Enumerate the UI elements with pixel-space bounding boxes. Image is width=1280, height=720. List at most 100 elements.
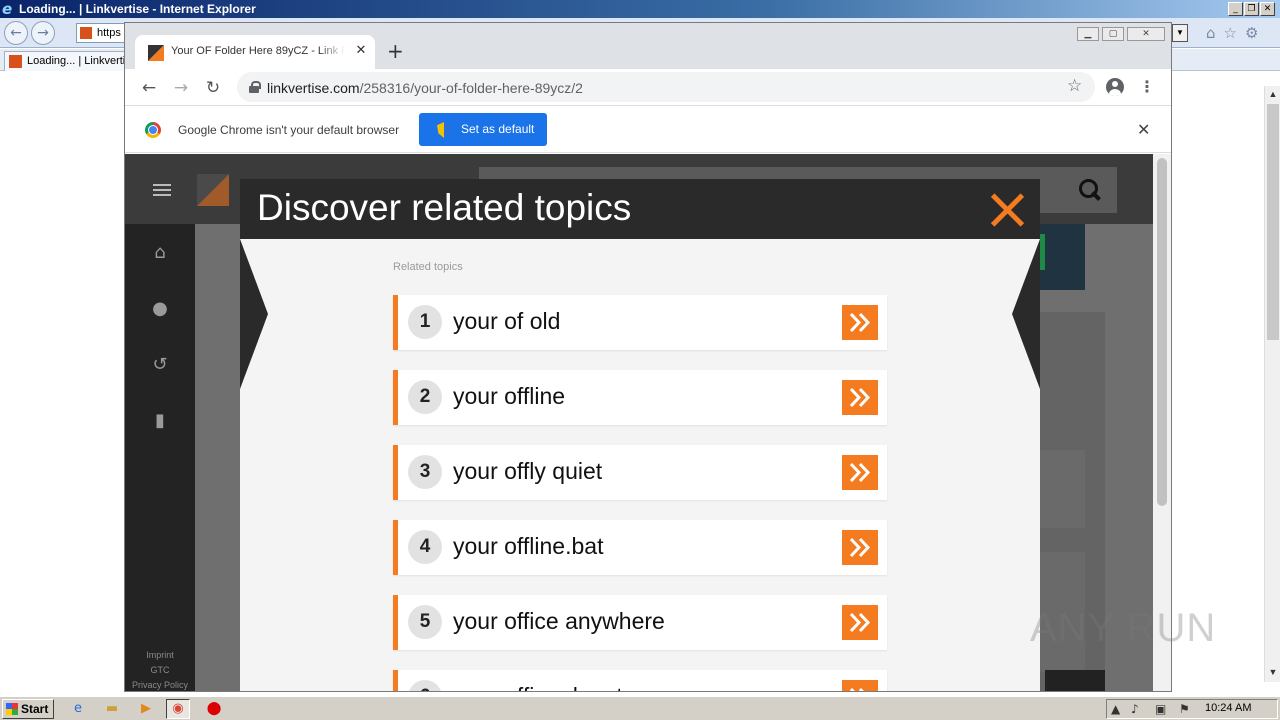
linkvertise-logo[interactable] bbox=[197, 174, 229, 206]
ie-scrollbar[interactable]: ▲ ▼ bbox=[1264, 86, 1280, 682]
ie-address-text: https bbox=[97, 27, 121, 39]
url-path: /258316/your-of-folder-here-89ycz/2 bbox=[359, 80, 583, 96]
volume-icon[interactable]: ♪ bbox=[1131, 702, 1139, 716]
url-text: linkvertise.com/258316/your-of-folder-he… bbox=[267, 80, 583, 96]
new-tab-plus-icon[interactable]: + bbox=[387, 39, 404, 63]
folder-icon[interactable]: ▬ bbox=[100, 699, 124, 719]
topic-item[interactable]: 3 your offly quiet bbox=[393, 445, 887, 500]
network-icon[interactable]: ▣ bbox=[1155, 702, 1166, 716]
history-icon[interactable]: ↺ bbox=[149, 354, 171, 376]
omnibox[interactable]: linkvertise.com/258316/your-of-folder-he… bbox=[237, 72, 1095, 102]
topic-item[interactable]: 4 your offline.bat bbox=[393, 520, 887, 575]
chrome-toolbar: ← → ↻ linkvertise.com/258316/your-of-fol… bbox=[125, 69, 1171, 105]
set-default-label: Set as default bbox=[461, 122, 535, 136]
default-browser-infobar: Google Chrome isn't your default browser… bbox=[125, 105, 1171, 153]
topic-label: your office depot bbox=[453, 683, 623, 691]
tray-arrow-icon[interactable]: ▲ bbox=[1111, 702, 1120, 716]
close-icon[interactable] bbox=[988, 191, 1026, 229]
modal-header: Discover related topics bbox=[240, 179, 1040, 239]
ie-logo-icon: e bbox=[2, 0, 13, 18]
home-icon[interactable]: ⌂ bbox=[149, 242, 171, 264]
taskbar: Start e ▬ ▶ ◉ ⬤ ▲ ♪ ▣ ⚑ 10:24 AM bbox=[0, 696, 1280, 720]
decorative-chevron-right bbox=[1012, 239, 1040, 389]
double-chevron-right-icon[interactable] bbox=[842, 605, 878, 640]
sidebar-footer-links: Imprint GTC Privacy Policy bbox=[125, 648, 195, 691]
modal-title: Discover related topics bbox=[257, 187, 632, 228]
set-default-button[interactable]: Set as default bbox=[419, 113, 547, 146]
minimize-icon[interactable]: _ bbox=[1228, 2, 1243, 16]
topic-number: 2 bbox=[408, 380, 442, 414]
scroll-down-icon[interactable]: ▼ bbox=[1265, 664, 1280, 680]
bookmark-star-icon[interactable]: ☆ bbox=[1067, 76, 1082, 96]
tools-gear-icon[interactable]: ⚙ bbox=[1245, 24, 1258, 42]
decorative-chevron-left bbox=[240, 239, 268, 389]
search-icon[interactable] bbox=[1077, 177, 1103, 203]
ie-forward-icon[interactable]: → bbox=[31, 21, 55, 45]
chrome-tab-active[interactable]: Your OF Folder Here 89yCZ - Link Re ✕ bbox=[135, 35, 375, 69]
infobar-message: Google Chrome isn't your default browser bbox=[178, 123, 400, 137]
related-topics-modal: Discover related topics Related topics 1… bbox=[240, 179, 1040, 691]
tab-close-icon[interactable]: ✕ bbox=[353, 43, 369, 59]
start-label: Start bbox=[21, 702, 49, 716]
topic-item[interactable]: 5 your office anywhere bbox=[393, 595, 887, 650]
chrome-close-icon[interactable]: ✕ bbox=[1127, 27, 1165, 41]
scroll-up-icon[interactable]: ▲ bbox=[1265, 86, 1280, 102]
forward-arrow-icon[interactable]: → bbox=[170, 77, 192, 99]
user-icon[interactable]: ● bbox=[149, 298, 171, 320]
gtc-link[interactable]: GTC bbox=[125, 663, 195, 678]
topic-number: 3 bbox=[408, 455, 442, 489]
chrome-tab-title: Your OF Folder Here 89yCZ - Link Re bbox=[171, 45, 345, 57]
bookmark-icon[interactable]: ▮ bbox=[149, 410, 171, 432]
chrome-tab-strip: Your OF Folder Here 89yCZ - Link Re ✕ + … bbox=[125, 23, 1171, 69]
start-button[interactable]: Start bbox=[2, 699, 54, 719]
chrome-logo-icon bbox=[145, 122, 161, 138]
menu-kebab-icon[interactable]: ⋮ bbox=[1139, 77, 1155, 97]
ie-back-icon[interactable]: ← bbox=[4, 21, 28, 45]
chrome-minimize-icon[interactable]: ▁ bbox=[1077, 27, 1099, 41]
page-scroll-thumb[interactable] bbox=[1157, 158, 1167, 506]
favorites-star-icon[interactable]: ☆ bbox=[1224, 24, 1237, 42]
linkvertise-favicon-icon bbox=[80, 27, 92, 39]
double-chevron-right-icon[interactable] bbox=[842, 380, 878, 415]
account-icon[interactable] bbox=[1106, 78, 1124, 96]
close-icon[interactable]: ✕ bbox=[1260, 2, 1275, 16]
action-center-flag-icon[interactable]: ⚑ bbox=[1179, 702, 1190, 716]
back-arrow-icon[interactable]: ← bbox=[138, 77, 160, 99]
topic-label: your offly quiet bbox=[453, 458, 603, 484]
double-chevron-right-icon[interactable] bbox=[842, 455, 878, 490]
privacy-policy-link[interactable]: Privacy Policy bbox=[125, 678, 195, 691]
double-chevron-right-icon[interactable] bbox=[842, 680, 878, 691]
uac-shield-icon bbox=[437, 122, 451, 138]
home-icon[interactable]: ⌂ bbox=[1206, 24, 1216, 42]
anyrun-watermark: ANY RUN bbox=[1030, 606, 1217, 650]
ie-taskbar-icon[interactable]: e bbox=[66, 699, 90, 719]
opera-icon[interactable]: ⬤ bbox=[202, 699, 226, 719]
topic-item[interactable]: 6 your office depot bbox=[393, 670, 887, 691]
background-block bbox=[1045, 670, 1105, 691]
restore-icon[interactable]: ❐ bbox=[1244, 2, 1259, 16]
windows-flag-icon bbox=[6, 703, 18, 715]
topic-item[interactable]: 2 your offline bbox=[393, 370, 887, 425]
chrome-taskbar-icon[interactable]: ◉ bbox=[166, 699, 190, 719]
ie-window-title: Loading... | Linkvertise - Internet Expl… bbox=[19, 2, 256, 16]
hamburger-menu-icon[interactable] bbox=[153, 184, 171, 196]
topic-label: your offline.bat bbox=[453, 533, 604, 559]
ie-dropdown-arrow-icon[interactable]: ▼ bbox=[1172, 24, 1188, 42]
topic-number: 5 bbox=[408, 605, 442, 639]
double-chevron-right-icon[interactable] bbox=[842, 530, 878, 565]
media-player-icon[interactable]: ▶ bbox=[134, 699, 158, 719]
ie-tool-icons: ⌂ ☆ ⚙ bbox=[1206, 24, 1258, 42]
topic-number: 4 bbox=[408, 530, 442, 564]
related-topics-label: Related topics bbox=[393, 261, 463, 273]
ie-title-bar: e Loading... | Linkvertise - Internet Ex… bbox=[0, 0, 1280, 18]
chrome-maximize-icon[interactable]: ▢ bbox=[1102, 27, 1124, 41]
clock: 10:24 AM bbox=[1205, 702, 1252, 714]
reload-icon[interactable]: ↻ bbox=[202, 77, 224, 99]
infobar-close-icon[interactable]: ✕ bbox=[1137, 120, 1150, 139]
ie-scroll-thumb[interactable] bbox=[1267, 104, 1279, 340]
imprint-link[interactable]: Imprint bbox=[125, 648, 195, 663]
double-chevron-right-icon[interactable] bbox=[842, 305, 878, 340]
topic-item[interactable]: 1 your of old bbox=[393, 295, 887, 350]
topic-label: your of old bbox=[453, 308, 561, 334]
ie-tab[interactable]: Loading... | Linkvertise bbox=[4, 51, 126, 71]
